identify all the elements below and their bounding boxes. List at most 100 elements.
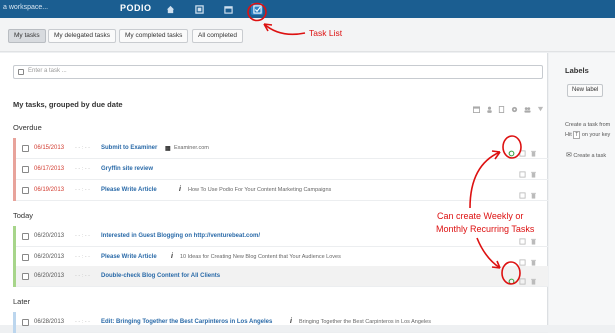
task-checkbox[interactable]: [22, 254, 29, 261]
task-due-date: 06/20/2013: [34, 273, 65, 279]
tab-my-tasks[interactable]: My tasks: [8, 29, 46, 43]
comment-icon[interactable]: [519, 186, 526, 199]
priority-bar: [13, 159, 16, 180]
home-icon[interactable]: [164, 3, 176, 15]
podio-logo[interactable]: PODIO: [120, 3, 152, 13]
task-reference-link[interactable]: Bringing Together the Best Carpinteros i…: [299, 319, 431, 325]
task-title-link[interactable]: Please Write Article: [101, 254, 157, 260]
task-checkbox[interactable]: [22, 166, 29, 173]
priority-bar: [13, 138, 16, 159]
task-due-time: - - : - -: [75, 145, 90, 151]
task-checkbox[interactable]: [22, 273, 29, 280]
view-options-icon[interactable]: [537, 100, 544, 112]
task-title-link[interactable]: Gryffin site review: [101, 166, 153, 172]
envelope-icon: ✉: [566, 152, 572, 159]
task-title-link[interactable]: Submit to Examiner: [101, 145, 157, 151]
top-navigation-bar: [0, 0, 615, 18]
new-label-button[interactable]: New label: [567, 84, 604, 97]
priority-bar: [13, 266, 16, 287]
task-checkbox[interactable]: [22, 187, 29, 194]
task-actions: [506, 272, 546, 285]
task-actions: [506, 253, 546, 266]
priority-bar: [13, 180, 16, 201]
delete-icon[interactable]: [530, 186, 537, 199]
keyboard-hint-post: on your key: [581, 132, 611, 138]
section-later: Later: [13, 297, 31, 306]
delete-icon[interactable]: [530, 165, 537, 178]
comment-icon[interactable]: [519, 272, 526, 285]
calendar-icon[interactable]: [222, 3, 234, 15]
group-icon[interactable]: [524, 100, 531, 113]
task-reference-link[interactable]: How To Use Podio For Your Content Market…: [188, 187, 331, 193]
info-reference-icon: i: [171, 253, 173, 260]
info-reference-icon: i: [290, 318, 292, 325]
recurring-icon[interactable]: [508, 272, 515, 285]
comment-icon[interactable]: [519, 253, 526, 266]
new-task-placeholder: Enter a task ...: [28, 68, 67, 74]
task-due-date: 06/19/2013: [34, 187, 65, 193]
task-due-time: - - : - -: [75, 233, 90, 239]
task-due-time: - - : - -: [75, 254, 90, 260]
task-row[interactable]: 06/15/2013 - - : - - Submit to Examiner …: [13, 138, 548, 159]
task-reference-link[interactable]: Examiner.com: [174, 145, 209, 151]
delete-icon[interactable]: [530, 253, 537, 266]
task-title-link[interactable]: Interested in Guest Blogging on http://v…: [101, 233, 260, 239]
task-due-date: 06/20/2013: [34, 233, 65, 239]
keyboard-key: T: [573, 131, 581, 139]
task-reference-link[interactable]: 10 Ideas for Creating New Blog Content t…: [180, 254, 341, 260]
task-row[interactable]: 06/20/2013 - - : - - Double-check Blog C…: [13, 266, 548, 287]
task-checkbox[interactable]: [22, 145, 29, 152]
task-actions: [506, 186, 546, 199]
task-row[interactable]: 06/28/2013 - - : - - Edit: Bringing Toge…: [13, 312, 548, 333]
task-title-link[interactable]: Double-check Blog Content for All Client…: [101, 273, 220, 279]
recurring-icon[interactable]: [508, 144, 515, 157]
labels-title: Labels: [565, 66, 589, 75]
task-due-time: - - : - -: [75, 273, 90, 279]
workspace-switcher[interactable]: a workspace...: [3, 4, 48, 11]
comment-icon[interactable]: [519, 165, 526, 178]
task-due-date: 06/28/2013: [34, 319, 65, 325]
comment-icon[interactable]: [519, 144, 526, 157]
keyboard-hint-pre: Hit: [565, 132, 572, 138]
calendar-view-icon[interactable]: [473, 100, 480, 113]
task-due-time: - - : - -: [75, 319, 90, 325]
section-today: Today: [13, 211, 34, 220]
annotation-recurring-line2: Monthly Recurring Tasks: [436, 224, 535, 234]
task-due-time: - - : - -: [75, 187, 90, 193]
app-icon[interactable]: [193, 3, 205, 15]
task-actions: [506, 144, 546, 157]
task-row[interactable]: 06/17/2013 - - : - - Gryffin site review: [13, 159, 548, 180]
section-overdue: Overdue: [13, 123, 42, 132]
task-due-date: 06/20/2013: [34, 254, 65, 260]
keyboard-hint: Hit T on your key: [565, 131, 610, 139]
email-task-link[interactable]: ✉ Create a task: [566, 151, 606, 159]
task-title-link[interactable]: Edit: Bringing Together the Best Carpint…: [101, 319, 272, 325]
task-actions: [506, 165, 546, 178]
email-task-label: Create a task: [573, 153, 607, 159]
priority-bar: [13, 247, 16, 268]
priority-bar: [13, 312, 16, 333]
task-due-date: 06/17/2013: [34, 166, 65, 172]
priority-bar: [13, 226, 16, 247]
task-row[interactable]: 06/20/2013 - - : - - Please Write Articl…: [13, 247, 548, 268]
tab-all-completed[interactable]: All completed: [192, 29, 244, 43]
task-checkbox[interactable]: [22, 233, 29, 240]
info-reference-icon: i: [179, 186, 181, 193]
annotation-task-list: Task List: [309, 28, 343, 38]
task-due-time: - - : - -: [75, 166, 90, 172]
delete-icon[interactable]: [530, 272, 537, 285]
file-icon[interactable]: [498, 100, 505, 113]
person-icon[interactable]: [486, 100, 493, 113]
tab-my-delegated-tasks[interactable]: My delegated tasks: [48, 29, 117, 43]
task-title-link[interactable]: Please Write Article: [101, 187, 157, 193]
delete-icon[interactable]: [530, 144, 537, 157]
create-task-hint: Create a task from: [565, 122, 611, 128]
new-task-input[interactable]: Enter a task ...: [13, 65, 543, 79]
annotation-recurring-line1: Can create Weekly or: [437, 211, 524, 221]
tab-my-completed-tasks[interactable]: My completed tasks: [119, 29, 189, 43]
new-task-checkbox: [18, 69, 24, 75]
settings-icon[interactable]: [511, 100, 518, 113]
app-reference-icon: ▦: [165, 146, 171, 152]
task-row[interactable]: 06/19/2013 - - : - - Please Write Articl…: [13, 180, 548, 201]
tasks-icon[interactable]: [251, 3, 263, 15]
